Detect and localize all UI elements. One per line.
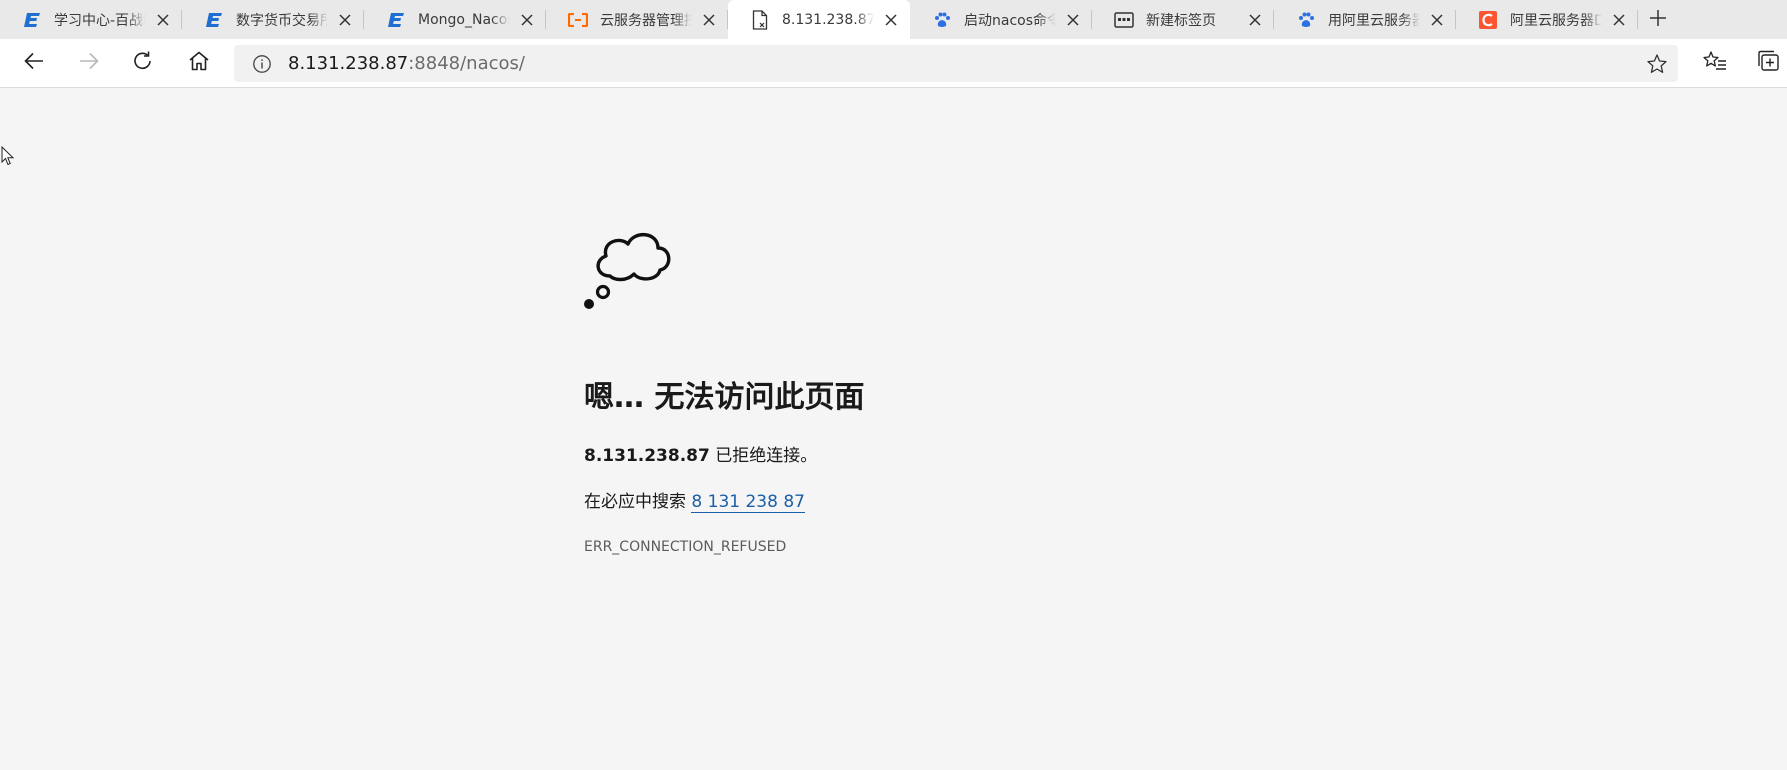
tab-title: 数字货币交易所 — [236, 12, 328, 29]
close-icon[interactable] — [1426, 9, 1448, 31]
thought-cloud-icon — [582, 218, 678, 318]
bz-logo-icon — [204, 10, 224, 30]
tab-title: 学习中心-百战程序员 — [54, 12, 146, 29]
search-suggestion: 在必应中搜索 8 131 238 87 — [584, 487, 805, 513]
close-icon[interactable] — [152, 9, 174, 31]
refresh-button[interactable] — [125, 45, 161, 81]
bz-logo-icon — [22, 10, 42, 30]
forward-button[interactable] — [71, 45, 107, 81]
tab-strip: 学习中心-百战程序员 数字货币交易所 Mongo_Nacos_ 云服务器管理控制… — [0, 0, 1787, 39]
home-icon — [188, 51, 210, 75]
newtab-page-icon — [1114, 10, 1134, 30]
close-icon[interactable] — [698, 9, 720, 31]
tab-title: 8.131.238.87 — [782, 11, 874, 28]
mouse-cursor-icon — [1, 145, 15, 170]
tab-title: 新建标签页 — [1146, 12, 1216, 29]
tab-learning-center[interactable]: 学习中心-百战程序员 — [0, 0, 182, 39]
tab-title: 阿里云服务器D — [1510, 12, 1602, 29]
close-icon[interactable] — [1062, 9, 1084, 31]
error-host: 8.131.238.87 — [584, 446, 710, 466]
collections-button[interactable] — [1751, 45, 1787, 81]
csdn-icon — [1478, 10, 1498, 30]
back-arrow-icon — [24, 52, 44, 74]
baidu-paw-icon — [1296, 10, 1316, 30]
tab-title: Mongo_Nacos_ — [418, 11, 510, 28]
error-message: 8.131.238.87 已拒绝连接。 — [584, 441, 817, 466]
close-icon[interactable] — [1608, 9, 1630, 31]
tab-title: 云服务器管理控制台 — [600, 12, 692, 29]
collections-icon — [1757, 50, 1781, 76]
tab-title: 启动nacos命令 — [964, 12, 1056, 29]
home-button[interactable] — [181, 45, 217, 81]
refresh-icon — [132, 50, 154, 76]
plus-icon — [1650, 9, 1666, 30]
error-refused-text: 已拒绝连接。 — [709, 446, 818, 466]
tab-title: 用阿里云服务器 — [1328, 12, 1420, 29]
tab-mongo-nacos[interactable]: Mongo_Nacos_ — [364, 0, 546, 39]
favorites-list-icon — [1703, 50, 1727, 76]
navigation-toolbar: 8.131.238.87:8848/nacos/ — [0, 39, 1787, 88]
aliyun-icon — [568, 10, 588, 30]
baidu-paw-icon — [932, 10, 952, 30]
back-button[interactable] — [16, 45, 52, 81]
bz-logo-icon — [386, 10, 406, 30]
url-host: 8.131.238.87 — [288, 53, 409, 74]
favorites-button[interactable] — [1697, 45, 1733, 81]
url-text[interactable]: 8.131.238.87:8848/nacos/ — [288, 53, 525, 74]
tab-current-page[interactable]: 8.131.238.87 — [728, 0, 910, 39]
tab-aliyun-server-article[interactable]: 用阿里云服务器 — [1274, 0, 1456, 39]
url-path: :8848/nacos/ — [408, 53, 525, 74]
new-tab-button[interactable] — [1638, 0, 1678, 39]
search-prefix: 在必应中搜索 — [584, 492, 692, 512]
address-bar[interactable]: 8.131.238.87:8848/nacos/ — [234, 45, 1678, 82]
error-code: ERR_CONNECTION_REFUSED — [584, 539, 787, 555]
favorite-star-icon[interactable] — [1644, 51, 1670, 77]
page-error-icon — [750, 9, 770, 30]
forward-arrow-icon — [79, 52, 99, 74]
tab-new-tab[interactable]: 新建标签页 — [1092, 0, 1274, 39]
close-icon[interactable] — [1244, 9, 1266, 31]
tab-aliyun-csdn[interactable]: 阿里云服务器D — [1456, 0, 1638, 39]
tab-crypto-exchange[interactable]: 数字货币交易所 — [182, 0, 364, 39]
error-title: 嗯… 无法访问此页面 — [584, 380, 865, 415]
close-icon[interactable] — [880, 9, 902, 31]
tab-nacos-command[interactable]: 启动nacos命令 — [910, 0, 1092, 39]
close-icon[interactable] — [334, 9, 356, 31]
bing-search-link[interactable]: 8 131 238 87 — [691, 492, 805, 513]
tab-cloud-console[interactable]: 云服务器管理控制台 — [546, 0, 728, 39]
info-icon[interactable] — [250, 52, 274, 76]
close-icon[interactable] — [516, 9, 538, 31]
